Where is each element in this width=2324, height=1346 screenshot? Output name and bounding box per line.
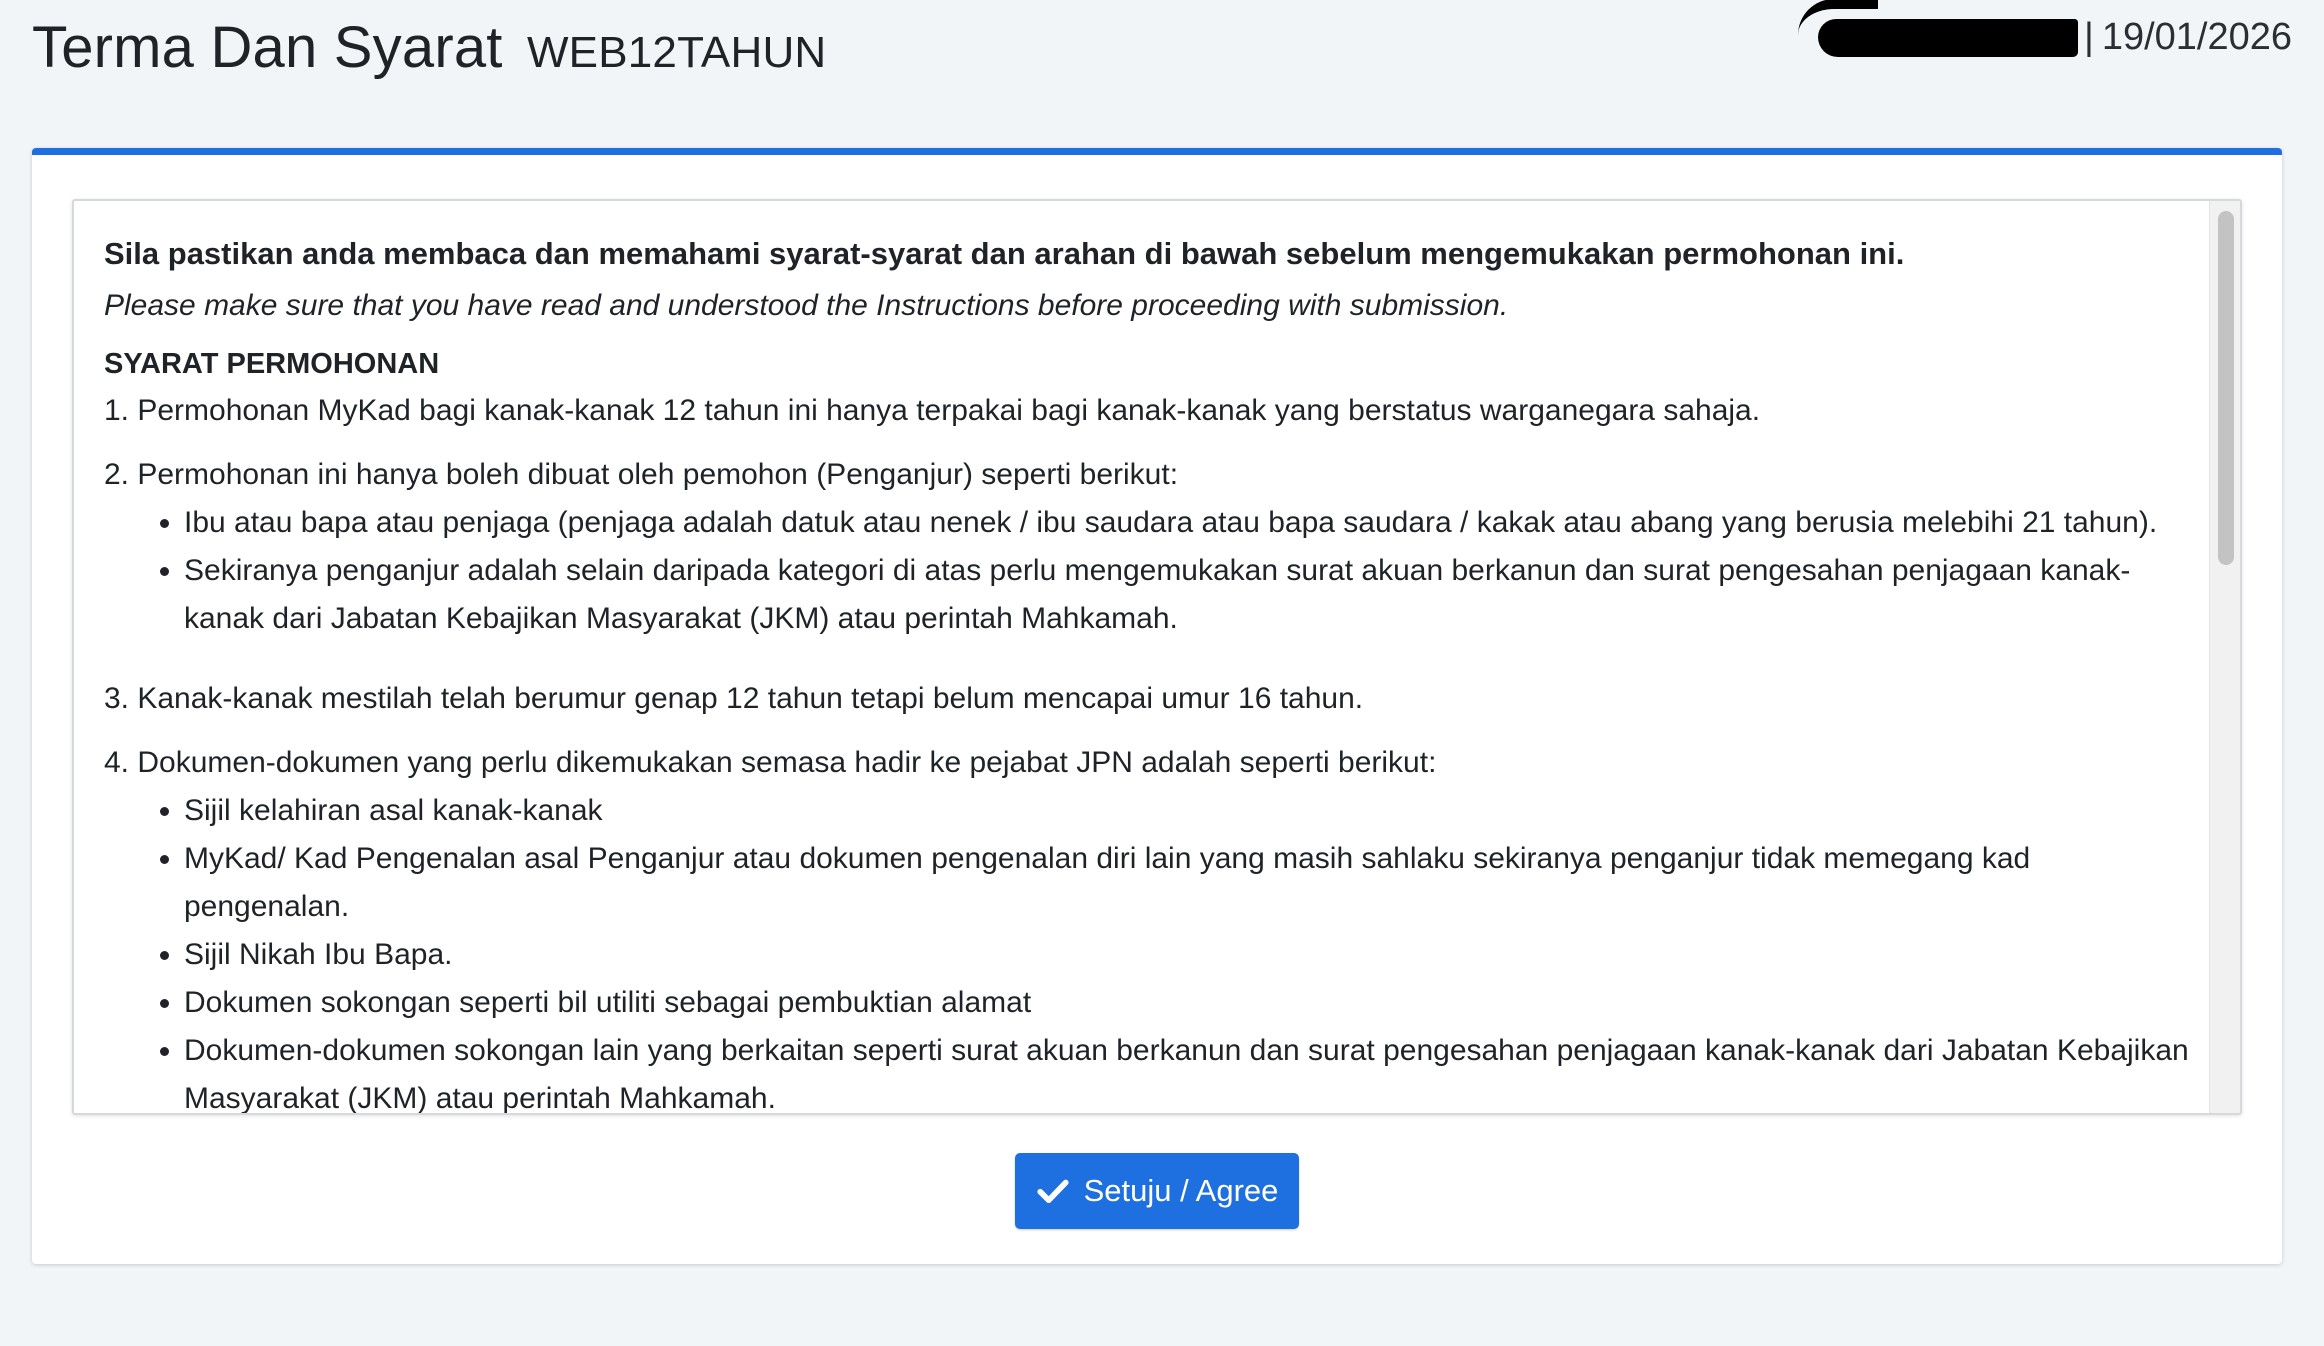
- current-date: 19/01/2026: [2101, 16, 2292, 58]
- term-item-text: 4. Dokumen-dokumen yang perlu dikemukaka…: [104, 746, 1437, 779]
- page-title: Terma Dan Syarat WEB12TAHUN: [32, 14, 826, 81]
- terms-scroll-box[interactable]: Sila pastikan anda membaca dan memahami …: [72, 199, 2242, 1115]
- section-heading: SYARAT PERMOHONAN: [104, 348, 440, 380]
- term-item-2: 2. Permohonan ini hanya boleh dibuat ole…: [104, 451, 2194, 643]
- list-item: Sekiranya penganjur adalah selain daripa…: [184, 547, 2194, 643]
- list-item: Sijil Nikah Ibu Bapa.: [184, 931, 2194, 979]
- term-item-1: 1. Permohonan MyKad bagi kanak-kanak 12 …: [104, 387, 2194, 435]
- term-item-text: 1. Permohonan MyKad bagi kanak-kanak 12 …: [104, 394, 1761, 427]
- term-item-text: 3. Kanak-kanak mestilah telah berumur ge…: [104, 682, 1364, 715]
- page-title-text: Terma Dan Syarat: [32, 15, 503, 80]
- list-item: Ibu atau bapa atau penjaga (penjaga adal…: [184, 499, 2194, 547]
- list-item: Dokumen sokongan seperti bil utiliti seb…: [184, 979, 2194, 1027]
- header-meta: | 19/01/2026: [1797, 0, 2292, 59]
- terms-card: Sila pastikan anda membaca dan memahami …: [32, 148, 2282, 1264]
- terms-intro-italic: Please make sure that you have read and …: [104, 289, 1509, 322]
- meta-separator: |: [2083, 16, 2094, 58]
- page-code: WEB12TAHUN: [526, 28, 827, 77]
- list-item: Dokumen-dokumen sokongan lain yang berka…: [184, 1027, 2194, 1113]
- term-item-text: 2. Permohonan ini hanya boleh dibuat ole…: [104, 458, 1179, 491]
- agree-button[interactable]: Setuju / Agree: [1015, 1153, 1299, 1229]
- terms-intro-bold: Sila pastikan anda membaca dan memahami …: [104, 236, 1905, 271]
- term-item-3: 3. Kanak-kanak mestilah telah berumur ge…: [104, 675, 2194, 723]
- page-header: Terma Dan Syarat WEB12TAHUN | 19/01/2026: [32, 0, 2292, 120]
- term-item-bullets: Sijil kelahiran asal kanak-kanak MyKad/ …: [104, 787, 2194, 1113]
- agree-button-label: Setuju / Agree: [1083, 1173, 1279, 1208]
- redacted-user-name: [1797, 0, 2078, 57]
- term-item-bullets: Ibu atau bapa atau penjaga (penjaga adal…: [104, 499, 2194, 643]
- term-item-4: 4. Dokumen-dokumen yang perlu dikemukaka…: [104, 739, 2194, 1113]
- scrollbar-thumb[interactable]: [2218, 211, 2234, 565]
- list-item: Sijil kelahiran asal kanak-kanak: [184, 787, 2194, 835]
- check-icon: [1037, 1179, 1069, 1204]
- terms-content: Sila pastikan anda membaca dan memahami …: [104, 229, 2194, 1113]
- scrollbar-track[interactable]: [2209, 201, 2240, 1113]
- list-item: MyKad/ Kad Pengenalan asal Penganjur ata…: [184, 835, 2194, 931]
